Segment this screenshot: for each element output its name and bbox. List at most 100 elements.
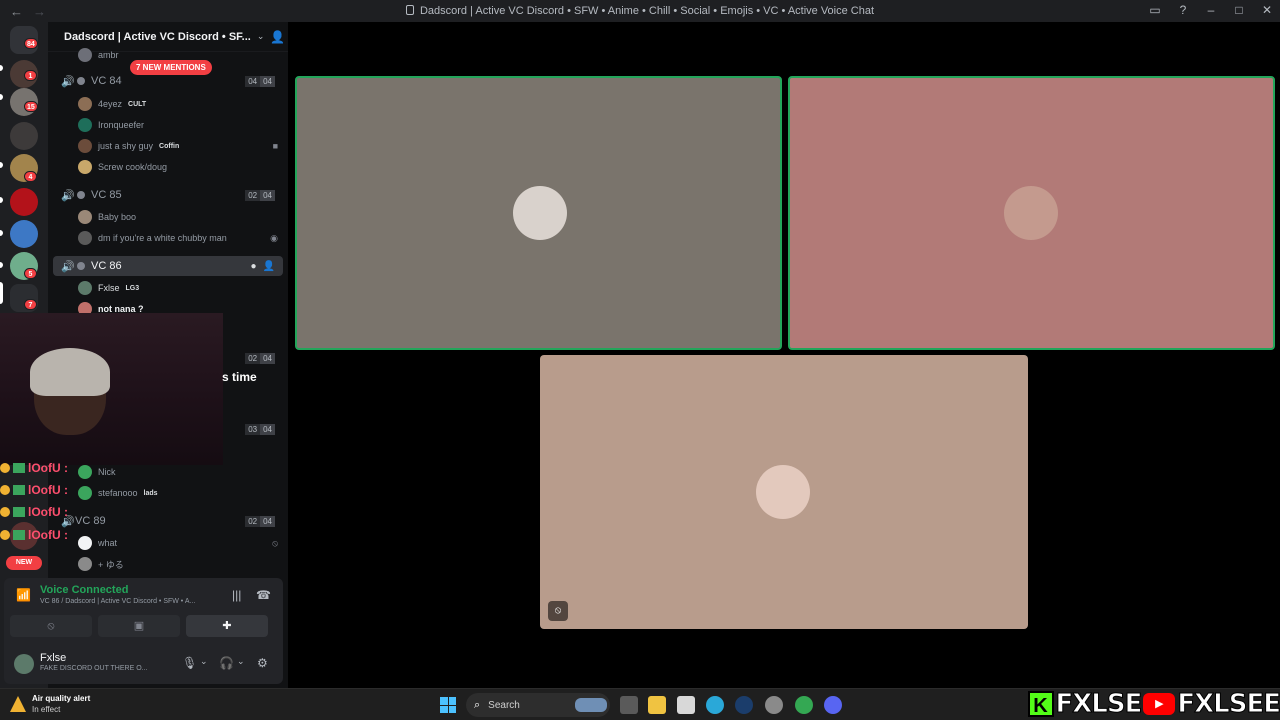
status-icon [77, 191, 85, 199]
participant-tile[interactable] [295, 76, 782, 350]
username[interactable]: Fxlse [40, 652, 66, 664]
guild-name: Dadscord | Active VC Discord • SF... [64, 30, 251, 43]
store-icon[interactable] [677, 696, 695, 714]
member-name: stefanooo [98, 488, 138, 498]
camera-off-icon: ⦸ [47, 620, 55, 632]
voice-member[interactable]: dm if you're a white chubby man ◉ [78, 229, 278, 247]
inbox-icon[interactable]: ▭ [1148, 3, 1162, 17]
invite-icon[interactable]: 👤 [263, 261, 275, 272]
noise-suppression-icon[interactable]: ||| [232, 588, 241, 602]
help-icon[interactable]: ? [1176, 3, 1190, 17]
voice-channel-vc85[interactable]: 🔊 VC 85 02 04 [53, 185, 283, 205]
member-tag: Coffin [159, 142, 180, 150]
voice-member[interactable]: Fxlse LG3 [78, 279, 278, 297]
discord-icon[interactable] [824, 696, 842, 714]
status-icon [77, 262, 85, 270]
server-icon[interactable] [10, 188, 38, 216]
avatar [78, 160, 92, 174]
weather-widget[interactable]: Air quality alert In effect [10, 693, 90, 715]
member-name: what [98, 538, 118, 548]
server-badge: 15 [24, 101, 38, 112]
channel-name: VC 85 [91, 189, 122, 201]
server-icon[interactable] [10, 220, 38, 248]
server-icon[interactable] [10, 122, 38, 150]
voice-member[interactable]: Baby boo [78, 208, 278, 226]
voice-member[interactable]: Screw cook/doug [78, 158, 278, 176]
file-explorer-icon[interactable] [648, 696, 666, 714]
avatar [78, 48, 92, 62]
voice-channel-path[interactable]: VC 86 / Dadscord | Active VC Discord • S… [40, 598, 195, 605]
app-icon[interactable] [765, 696, 783, 714]
emote-icon [13, 485, 25, 495]
unread-pill [0, 197, 3, 203]
headphones-icon[interactable]: 🎧 [219, 656, 234, 670]
screen-share-button[interactable]: ▣ [98, 615, 180, 637]
voice-member[interactable]: what ⦸ [78, 534, 278, 552]
search-box[interactable]: ⌕ Search [466, 693, 610, 717]
user-status[interactable]: FAKE DISCORD OUT THERE O... [40, 665, 147, 672]
badge-icon [0, 485, 10, 495]
microphone-icon[interactable]: 🎙 [182, 656, 197, 670]
avatar[interactable] [14, 654, 34, 674]
user-count: 02 04 [245, 515, 275, 527]
search-placeholder: Search [488, 699, 520, 711]
avatar [78, 97, 92, 111]
window-controls: ▭ ? – □ ✕ [1148, 3, 1274, 17]
chat-bubble-icon[interactable]: ● [251, 261, 257, 272]
chrome-icon[interactable] [795, 696, 813, 714]
voice-member[interactable]: Ironqueefer [78, 116, 278, 134]
window-title: Dadscord | Active VC Discord • SFW • Ani… [0, 5, 1280, 17]
camera-button[interactable]: ⦸ [10, 615, 92, 637]
activity-icon: ◉ [270, 232, 278, 243]
chat-overlay-line: lOofU : [0, 482, 90, 498]
disconnect-icon[interactable]: ☎ [256, 588, 271, 602]
voice-status[interactable]: Voice Connected [40, 584, 128, 596]
badge-icon [0, 463, 10, 473]
voice-channel-vc86[interactable]: 🔊 VC 86 ● 👤 [53, 256, 283, 276]
chevron-down-icon[interactable]: ⌄ [237, 656, 245, 667]
chevron-down-icon[interactable]: ⌄ [200, 656, 208, 667]
speaker-icon: 🔊 [61, 260, 75, 273]
voice-member[interactable]: 4eyez CULT [78, 95, 278, 113]
selected-pill [0, 282, 3, 304]
new-unreads-pill[interactable]: NEW [6, 556, 42, 570]
signal-icon[interactable]: 📶 [16, 588, 31, 602]
channel-name: VC 86 [91, 260, 122, 272]
maximize-icon[interactable]: □ [1232, 3, 1246, 17]
search-highlight-image [575, 698, 607, 712]
task-view-icon[interactable] [620, 696, 638, 714]
chevron-down-icon[interactable]: ⌄ [257, 31, 265, 42]
server-badge: 5 [24, 268, 37, 279]
user-count: 04 04 [245, 75, 275, 87]
member-name: Nick [98, 467, 116, 477]
server-badge: 7 [24, 299, 37, 310]
add-user-icon[interactable]: 👤 [270, 30, 285, 44]
chat-overlay-line: lOofU : [0, 460, 90, 476]
participant-tile[interactable] [788, 76, 1275, 350]
server-badge: 4 [24, 171, 37, 182]
new-mentions-pill[interactable]: 7 NEW MENTIONS [130, 60, 212, 75]
voice-member[interactable]: stefanooo lads [78, 484, 278, 502]
settings-gear-icon[interactable]: ⚙ [257, 656, 268, 670]
unread-pill [0, 94, 3, 100]
activities-button[interactable]: ✚ [186, 615, 268, 637]
member-name: Fxlse [98, 283, 120, 293]
voice-member[interactable]: + ゆる [78, 555, 278, 573]
webcam-hat [30, 348, 110, 396]
speaker-icon: 🔊 [61, 189, 75, 202]
start-button[interactable] [440, 697, 456, 713]
streamer-brand-overlay: K FXLSE ▶ FXLSEE [1027, 688, 1280, 720]
participant-tile[interactable]: ⦸ [540, 355, 1028, 629]
close-icon[interactable]: ✕ [1260, 3, 1274, 17]
avatar [78, 118, 92, 132]
channel-actions: ● 👤 [251, 261, 276, 272]
chat-overlay-line: lOofU : [0, 527, 90, 543]
speaker-icon: 🔊 [61, 75, 75, 88]
badge-icon [0, 530, 10, 540]
steam-icon[interactable] [735, 696, 753, 714]
voice-member[interactable]: Nick [78, 463, 278, 481]
minimize-icon[interactable]: – [1204, 3, 1218, 17]
channel-name: VC 84 [91, 75, 122, 87]
voice-member[interactable]: just a shy guy Coffin ■ [78, 137, 278, 155]
edge-icon[interactable] [706, 696, 724, 714]
